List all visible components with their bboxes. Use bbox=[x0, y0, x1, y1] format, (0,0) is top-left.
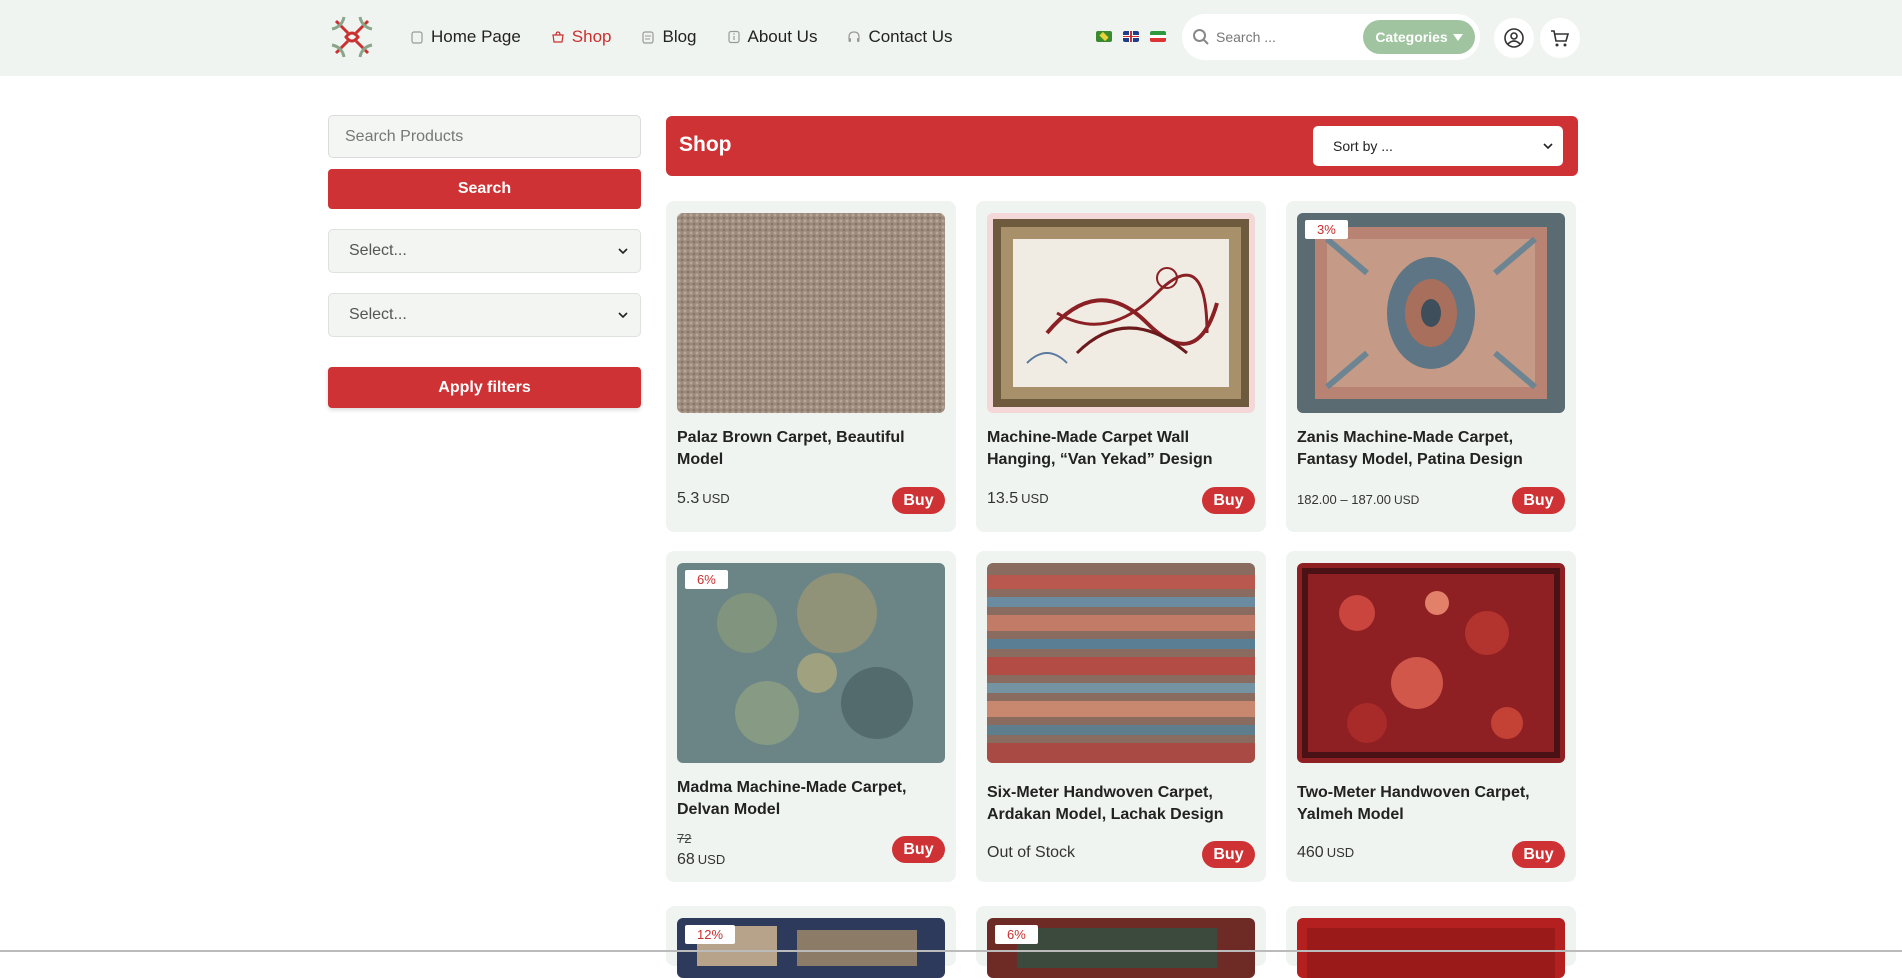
product-image[interactable] bbox=[1297, 563, 1565, 763]
product-search-button[interactable]: Search bbox=[328, 169, 641, 209]
product-title[interactable]: Machine-Made Carpet Wall Hanging, “Van Y… bbox=[987, 427, 1257, 471]
old-price: 72 bbox=[677, 831, 692, 846]
account-button[interactable] bbox=[1494, 18, 1534, 58]
nav-contact-label: Contact Us bbox=[868, 27, 953, 46]
nav-home-label: Home Page bbox=[431, 27, 521, 46]
nav-blog[interactable]: Blog bbox=[641, 27, 697, 47]
price-value: 68 bbox=[677, 851, 695, 868]
product-card[interactable]: Two-Meter Handwoven Carpet, Yalmeh Model… bbox=[1286, 551, 1576, 882]
blog-icon bbox=[642, 31, 655, 44]
sort-select[interactable]: Sort by ... bbox=[1313, 126, 1563, 166]
language-switcher bbox=[1096, 31, 1166, 42]
caret-down-icon bbox=[1452, 33, 1463, 41]
header-search-input[interactable] bbox=[1216, 29, 1366, 45]
sort-select-value: Sort by ... bbox=[1333, 138, 1393, 154]
chevron-down-icon bbox=[618, 311, 628, 318]
nav-about[interactable]: About Us bbox=[727, 27, 818, 47]
categories-label: Categories bbox=[1375, 29, 1448, 45]
product-price: Out of Stock bbox=[987, 844, 1078, 862]
product-card[interactable]: Six-Meter Handwoven Carpet, Ardakan Mode… bbox=[976, 551, 1266, 882]
discount-badge: 3% bbox=[1305, 220, 1348, 239]
product-image[interactable]: 3% bbox=[1297, 213, 1565, 413]
price-value: 460 bbox=[1297, 844, 1324, 861]
product-price: 182.00 – 187.00 USD bbox=[1297, 492, 1419, 507]
price-currency: USD bbox=[702, 491, 730, 506]
shop-banner: Shop Sort by ... bbox=[666, 116, 1578, 176]
headset-icon bbox=[848, 31, 861, 42]
product-card[interactable]: 6% bbox=[976, 906, 1266, 978]
product-card[interactable]: Machine-Made Carpet Wall Hanging, “Van Y… bbox=[976, 201, 1266, 532]
price-currency: USD bbox=[1393, 493, 1420, 507]
filter-sidebar: Search Select... Select... Apply filters bbox=[328, 115, 641, 408]
price-value: Out of Stock bbox=[987, 844, 1076, 861]
product-title[interactable]: Palaz Brown Carpet, Beautiful Model bbox=[677, 427, 947, 471]
product-title[interactable]: Madma Machine-Made Carpet, Delvan Model bbox=[677, 777, 947, 821]
price-value: 182.00 – 187.00 bbox=[1297, 492, 1391, 507]
header-search: Categories bbox=[1182, 14, 1480, 60]
product-price: 13.5 USD bbox=[987, 490, 1049, 508]
buy-button[interactable]: Buy bbox=[892, 487, 945, 514]
nav-contact[interactable]: Contact Us bbox=[847, 27, 953, 47]
product-card[interactable] bbox=[1286, 906, 1576, 978]
product-card[interactable]: Palaz Brown Carpet, Beautiful Model 5.3 U… bbox=[666, 201, 956, 532]
product-image[interactable]: 6% bbox=[677, 563, 945, 763]
product-image[interactable] bbox=[1297, 918, 1565, 978]
price-currency: USD bbox=[1326, 845, 1355, 860]
product-price: 68 USD bbox=[677, 851, 725, 869]
info-icon bbox=[727, 30, 740, 44]
product-title[interactable]: Six-Meter Handwoven Carpet, Ardakan Mode… bbox=[987, 782, 1257, 826]
product-price: 460 USD bbox=[1297, 844, 1354, 862]
discount-badge: 12% bbox=[685, 925, 736, 944]
discount-badge: 6% bbox=[685, 570, 728, 589]
product-image[interactable] bbox=[987, 213, 1255, 413]
product-title[interactable]: Two-Meter Handwoven Carpet, Yalmeh Model bbox=[1297, 782, 1567, 826]
nav-shop[interactable]: Shop bbox=[551, 27, 612, 47]
filter-select-2-value: Select... bbox=[349, 306, 407, 323]
flag-brazil-icon[interactable] bbox=[1096, 31, 1112, 42]
product-title[interactable]: Zanis Machine-Made Carpet, Fantasy Model… bbox=[1297, 427, 1567, 471]
page-title: Shop bbox=[679, 133, 732, 156]
price-currency: USD bbox=[1021, 491, 1049, 506]
nav-home[interactable]: Home Page bbox=[410, 27, 521, 47]
buy-button[interactable]: Buy bbox=[1202, 841, 1255, 868]
nav-shop-label: Shop bbox=[571, 27, 612, 46]
cart-button[interactable] bbox=[1540, 18, 1580, 58]
user-icon bbox=[1504, 28, 1524, 48]
buy-button[interactable]: Buy bbox=[892, 836, 945, 863]
chevron-down-icon bbox=[1543, 142, 1553, 149]
cart-icon bbox=[1551, 30, 1570, 47]
price-value: 13.5 bbox=[987, 490, 1019, 507]
product-image[interactable]: 12% bbox=[677, 918, 945, 978]
discount-badge: 6% bbox=[995, 925, 1038, 944]
filter-select-2[interactable]: Select... bbox=[328, 293, 641, 337]
product-image[interactable] bbox=[987, 563, 1255, 763]
filter-select-1[interactable]: Select... bbox=[328, 229, 641, 273]
price-value: 5.3 bbox=[677, 490, 700, 507]
shop-icon bbox=[552, 31, 564, 43]
buy-button[interactable]: Buy bbox=[1202, 487, 1255, 514]
main-nav: Home Page Shop Blog About Us Contact Us bbox=[410, 24, 983, 50]
nav-blog-label: Blog bbox=[662, 27, 697, 46]
flag-uk-icon[interactable] bbox=[1123, 31, 1139, 42]
product-card[interactable]: 12% bbox=[666, 906, 956, 978]
product-image[interactable]: 6% bbox=[987, 918, 1255, 978]
product-search-input[interactable] bbox=[328, 115, 641, 158]
product-card[interactable]: 6% Madma Machine-Made Carpet, Delvan Mod… bbox=[666, 551, 956, 882]
product-card[interactable]: 3% Zanis Machine-Made Carpet, Fantasy Mo… bbox=[1286, 201, 1576, 532]
nav-about-label: About Us bbox=[747, 27, 818, 46]
brand-logo-icon[interactable] bbox=[328, 13, 376, 61]
site-header: Home Page Shop Blog About Us Contact Us … bbox=[0, 0, 1902, 76]
filter-select-1-value: Select... bbox=[349, 242, 407, 259]
price-currency: USD bbox=[697, 852, 726, 867]
home-icon bbox=[411, 31, 423, 44]
buy-button[interactable]: Buy bbox=[1512, 487, 1565, 514]
product-price: 5.3 USD bbox=[677, 490, 730, 508]
product-image[interactable] bbox=[677, 213, 945, 413]
chevron-down-icon bbox=[618, 247, 628, 254]
buy-button[interactable]: Buy bbox=[1512, 841, 1565, 868]
search-icon[interactable] bbox=[1192, 28, 1210, 46]
flag-iran-icon[interactable] bbox=[1150, 31, 1166, 42]
apply-filters-button[interactable]: Apply filters bbox=[328, 367, 641, 408]
categories-button[interactable]: Categories bbox=[1363, 20, 1475, 54]
